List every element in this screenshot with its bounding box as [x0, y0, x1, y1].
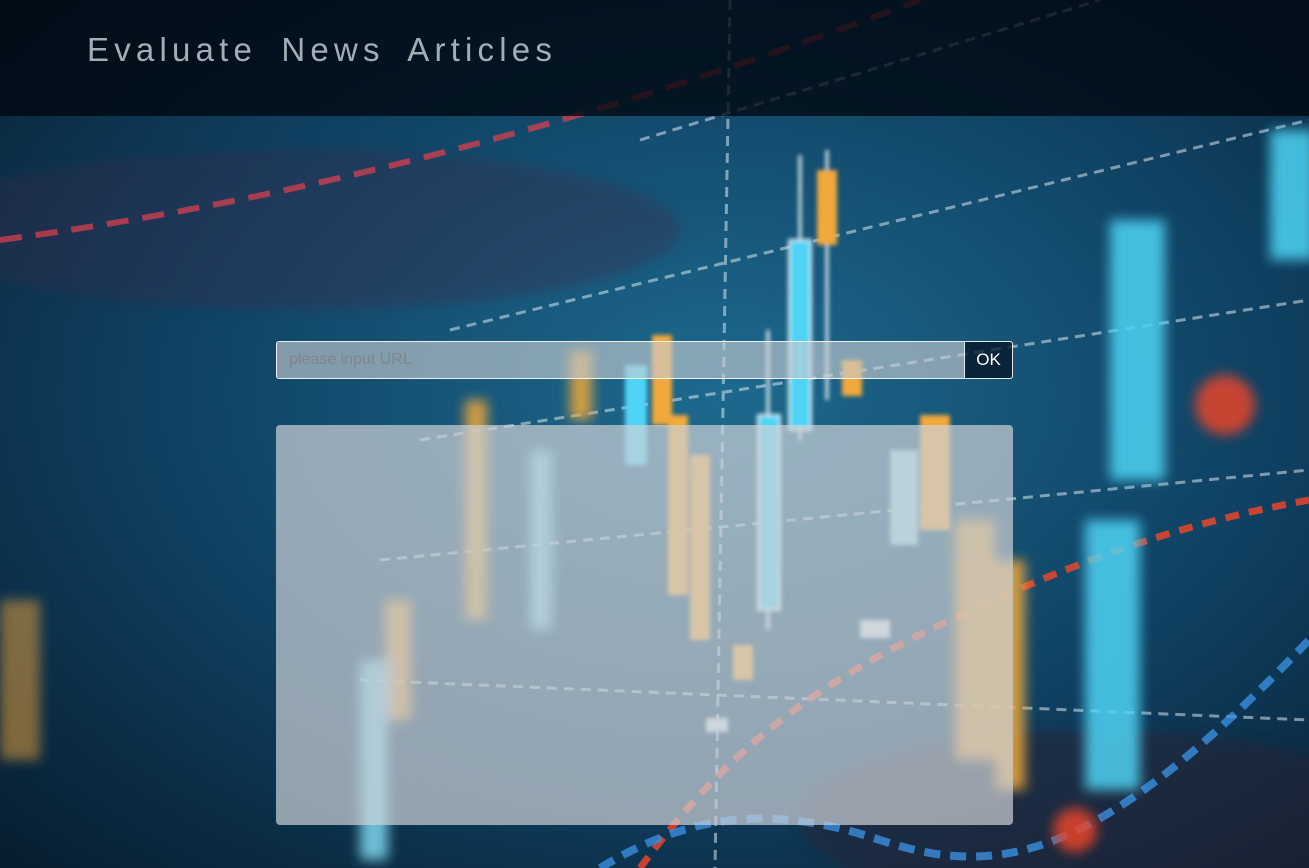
page-title: Evaluate News Articles [87, 31, 558, 68]
url-form: OK [276, 341, 1013, 379]
page: Evaluate News Articles OK [0, 0, 1309, 868]
header-bar: Evaluate News Articles [0, 0, 1309, 116]
result-panel [276, 425, 1013, 825]
ok-button[interactable]: OK [964, 341, 1013, 379]
url-input[interactable] [276, 341, 964, 379]
